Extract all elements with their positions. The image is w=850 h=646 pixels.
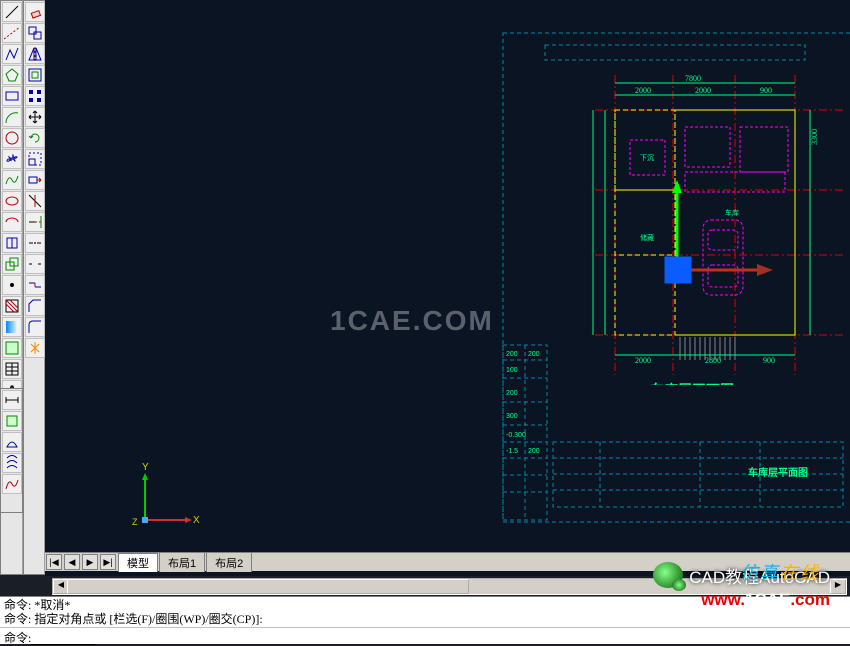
tool-hatch[interactable] — [2, 296, 22, 316]
drawing-canvas[interactable]: 车库层平面图 200 200 100 200 300 -0.300 -1.5 2… — [45, 0, 850, 576]
svg-text:X: X — [193, 515, 200, 526]
tool-array[interactable] — [25, 86, 45, 106]
svg-text:300: 300 — [506, 413, 518, 420]
tool-mirror[interactable] — [25, 44, 45, 64]
tool-ellipse-arc[interactable] — [2, 212, 22, 232]
tool-spline[interactable] — [2, 170, 22, 190]
tool-join[interactable] — [25, 275, 45, 295]
svg-text:200: 200 — [528, 351, 540, 358]
tool-area[interactable] — [2, 411, 22, 431]
watermark-center: 1CAE.COM — [330, 305, 494, 337]
tab-model[interactable]: 模型 — [118, 553, 158, 572]
tool-rotate[interactable] — [25, 128, 45, 148]
svg-text:Z: Z — [132, 517, 138, 527]
tab-layout1[interactable]: 布局1 — [159, 552, 205, 572]
tool-id-point[interactable] — [2, 474, 22, 494]
tool-stretch[interactable] — [25, 170, 45, 190]
tool-gradient[interactable] — [2, 317, 22, 337]
svg-text:900: 900 — [760, 86, 772, 95]
svg-text:Y: Y — [142, 462, 149, 473]
tool-dist[interactable] — [2, 390, 22, 410]
tool-ellipse[interactable] — [2, 191, 22, 211]
brand-overlay-url: www.1CAE.com — [701, 590, 830, 610]
scrollbar-thumb[interactable] — [67, 579, 469, 594]
tool-polyline[interactable] — [2, 44, 22, 64]
tab-nav-last[interactable]: ▶| — [100, 554, 116, 570]
move-gizmo[interactable] — [625, 175, 785, 295]
tool-make-block[interactable] — [2, 254, 22, 274]
svg-text:-1.5: -1.5 — [506, 448, 518, 455]
brand-overlay-sim: 仿真在线 — [740, 559, 820, 585]
svg-text:7800: 7800 — [685, 74, 701, 83]
aux-toolbar — [0, 388, 23, 513]
tab-nav-prev[interactable]: ◀ — [64, 554, 80, 570]
tool-break-at-point[interactable] — [25, 233, 45, 253]
tool-scale[interactable] — [25, 149, 45, 169]
svg-text:200: 200 — [528, 448, 540, 455]
tab-nav-next[interactable]: ▶ — [82, 554, 98, 570]
tool-revcloud[interactable] — [2, 149, 22, 169]
svg-text:900: 900 — [763, 356, 775, 365]
tab-layout2[interactable]: 布局2 — [206, 552, 252, 572]
left-table: 200 200 100 200 300 -0.300 -1.5 200 — [503, 345, 547, 520]
tab-nav-first[interactable]: |◀ — [46, 554, 62, 570]
svg-text:100: 100 — [506, 367, 518, 374]
tool-polygon[interactable] — [2, 65, 22, 85]
svg-text:3300: 3300 — [810, 129, 819, 145]
ucs-icon: X Y Z — [130, 455, 210, 535]
tool-copy[interactable] — [25, 23, 45, 43]
svg-text:下沉: 下沉 — [640, 154, 654, 162]
tool-extend[interactable] — [25, 212, 45, 232]
svg-text:2000: 2000 — [635, 86, 651, 95]
tool-circle[interactable] — [2, 128, 22, 148]
svg-text:2000: 2000 — [695, 86, 711, 95]
tool-list[interactable] — [2, 453, 22, 473]
tool-trim[interactable] — [25, 191, 45, 211]
tool-line[interactable] — [2, 2, 22, 22]
tool-point[interactable] — [2, 275, 22, 295]
tool-erase[interactable] — [25, 2, 45, 22]
svg-text:2800: 2800 — [705, 356, 721, 365]
tool-rectangle[interactable] — [2, 86, 22, 106]
svg-text:200: 200 — [506, 351, 518, 358]
svg-text:200: 200 — [506, 390, 518, 397]
tool-table[interactable] — [2, 359, 22, 379]
tool-chamfer[interactable] — [25, 296, 45, 316]
wechat-icon — [653, 562, 683, 588]
tool-region[interactable] — [2, 338, 22, 358]
command-history-line: 命令: 指定对角点或 [栏选(F)/圈围(WP)/圈交(CP)]: — [4, 612, 846, 626]
tool-insert-block[interactable] — [2, 233, 22, 253]
tool-offset[interactable] — [25, 65, 45, 85]
titleblock-drawing-name: 车库层平面图 — [748, 466, 808, 479]
tool-construction-line[interactable] — [2, 23, 22, 43]
tool-region2[interactable] — [2, 432, 22, 452]
tool-arc[interactable] — [2, 107, 22, 127]
tool-break[interactable] — [25, 254, 45, 274]
modify-toolbar — [23, 0, 45, 575]
svg-text:-0.300: -0.300 — [506, 432, 526, 439]
drawing-title: 车库层平面图 — [650, 382, 734, 385]
grip-origin — [665, 257, 691, 283]
tool-move[interactable] — [25, 107, 45, 127]
tool-fillet[interactable] — [25, 317, 45, 337]
svg-text:2000: 2000 — [635, 356, 651, 365]
tool-explode[interactable] — [25, 338, 45, 358]
